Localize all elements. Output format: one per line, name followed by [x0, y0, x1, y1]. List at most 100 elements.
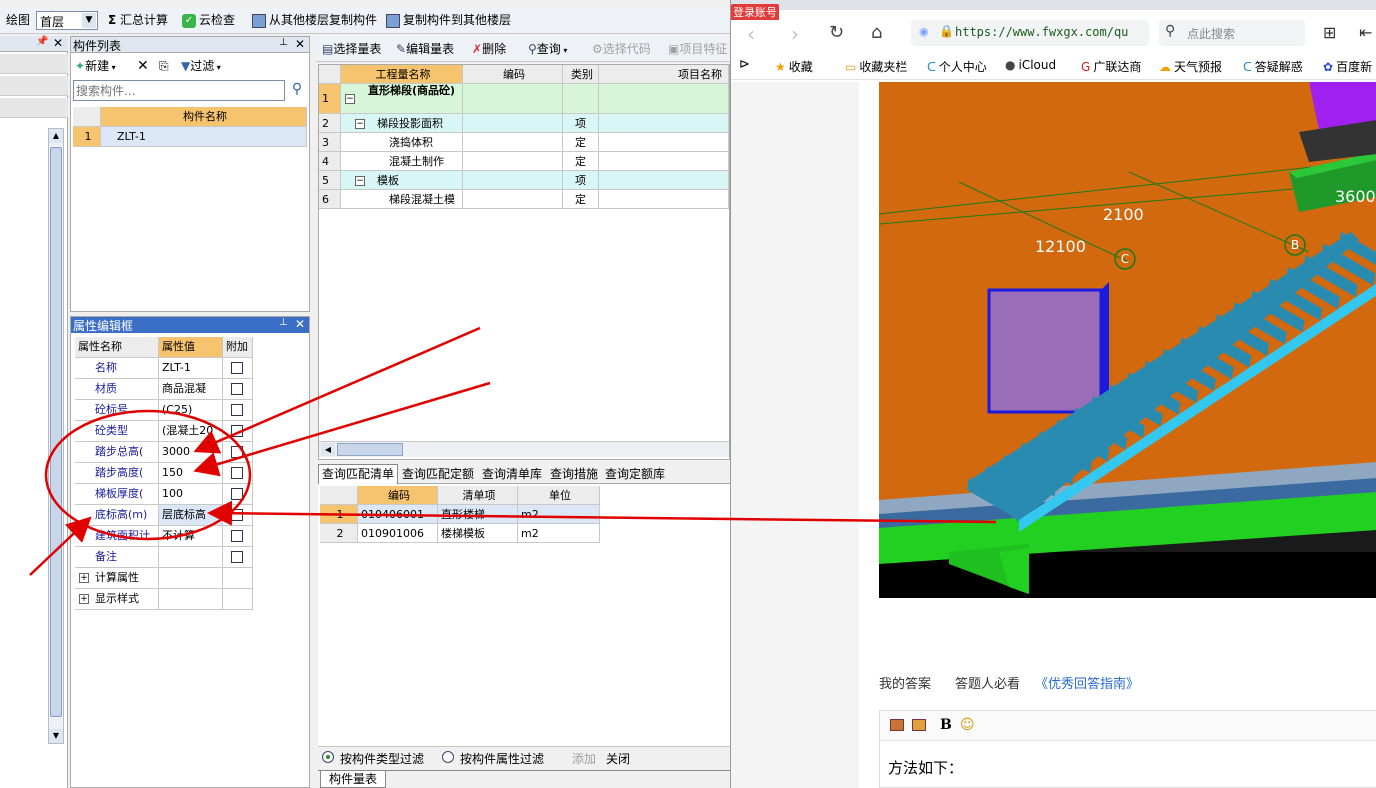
pin-icon[interactable]: 📌 [36, 36, 48, 47]
copy-icon[interactable]: ⎘ [159, 56, 169, 76]
qty-row-item-name[interactable] [599, 152, 729, 171]
browser-search-box[interactable]: ⚲ 点此搜索 [1159, 20, 1305, 46]
scroll-down-icon[interactable]: ▼ [49, 729, 63, 743]
qty-row-code[interactable] [463, 133, 563, 152]
image-icon[interactable] [890, 719, 904, 731]
item-feature-button[interactable]: ▣项目特征 [668, 39, 727, 59]
prop-row-value[interactable]: 100 [159, 484, 223, 505]
expand-plus-icon[interactable]: + [79, 573, 89, 583]
delete-icon[interactable]: ✕ [137, 56, 149, 76]
prop-row-value[interactable] [159, 547, 223, 568]
close-icon[interactable]: ✕ [295, 37, 305, 51]
search-icon[interactable]: ⚲ [287, 81, 307, 101]
qty-row-code[interactable] [463, 171, 563, 190]
close-icon[interactable]: ✕ [53, 36, 63, 50]
scroll-left-icon[interactable]: ◀ [321, 443, 335, 456]
forward-icon[interactable]: › [791, 22, 799, 46]
prop-extra-checkbox[interactable] [231, 404, 243, 416]
prop-row-value[interactable]: ZLT-1 [159, 358, 223, 379]
edit-list-button[interactable]: ✎编辑量表 [396, 39, 454, 59]
guide-link[interactable]: 《优秀回答指南》 [1035, 673, 1139, 692]
bookmark-1[interactable]: ▭ 收藏夹栏 [845, 58, 907, 75]
prop-extra-checkbox[interactable] [231, 551, 243, 563]
select-list-button[interactable]: ▤选择量表 [322, 39, 381, 59]
qty-row-item-name[interactable] [599, 133, 729, 152]
qty-row-type[interactable]: 项 [563, 114, 599, 133]
prop-row-value[interactable]: (混凝土20 [159, 421, 223, 442]
prop-extra-checkbox[interactable] [231, 425, 243, 437]
scroll-thumb[interactable] [50, 147, 62, 717]
qty-row-item-name[interactable] [599, 190, 729, 209]
prop-row-value[interactable]: 150 [159, 463, 223, 484]
delete-button[interactable]: ✗删除 [472, 39, 506, 59]
match-row-code[interactable]: 010901006 [358, 524, 438, 543]
component-row-name[interactable]: ZLT-1 [101, 127, 307, 147]
match-row-unit[interactable]: m2 [518, 505, 600, 524]
prop-extra-checkbox[interactable] [231, 488, 243, 500]
query-tab-0[interactable]: 查询匹配清单 [318, 464, 398, 484]
must-read-link[interactable]: 答题人必看 [955, 673, 1020, 692]
home-icon[interactable]: ⌂ [871, 22, 882, 43]
bookmark-6[interactable]: ᑕ 答疑解惑 [1243, 58, 1303, 75]
qty-row-type[interactable] [563, 84, 599, 114]
bookmark-4[interactable]: G 广联达商 [1081, 58, 1141, 75]
reload-icon[interactable]: ↻ [829, 22, 844, 43]
tab-quantity-list[interactable]: 构件量表 [320, 771, 387, 788]
prop-extra-checkbox[interactable] [231, 362, 243, 374]
prop-extra-checkbox[interactable] [231, 446, 243, 458]
qty-row-item-name[interactable] [599, 114, 729, 133]
qty-row-type[interactable]: 项 [563, 171, 599, 190]
prop-row-value[interactable]: 3000 [159, 442, 223, 463]
query-tab-1[interactable]: 查询匹配定额 [398, 465, 478, 483]
address-bar[interactable]: ◉ 🔒 https://www.fwxgx.com/qu [911, 20, 1149, 46]
nav-scrollbar[interactable]: ▲ ▼ [48, 128, 64, 744]
new-component-button[interactable]: ✦新建 ▾ [75, 56, 116, 78]
qty-row-type[interactable]: 定 [563, 190, 599, 209]
bookmark-3[interactable]: ● iCloud [1005, 58, 1056, 72]
prop-row-value[interactable] [159, 568, 223, 589]
prop-extra-checkbox[interactable] [231, 530, 243, 542]
menu-icon[interactable]: ⇤ [1359, 23, 1372, 42]
qty-row-type[interactable]: 定 [563, 133, 599, 152]
login-badge[interactable]: 登录账号 [731, 4, 779, 21]
copy-to-floor-button[interactable]: 复制构件到其他楼层 [386, 10, 511, 30]
qty-row-item-name[interactable] [599, 84, 729, 114]
prop-row-value[interactable] [159, 589, 223, 610]
prop-row-value[interactable]: 商品混凝 [159, 379, 223, 400]
prop-row-value[interactable]: 不计算 [159, 526, 223, 547]
query-button[interactable]: ⚲查询 ▾ [528, 39, 567, 61]
close-icon[interactable]: ✕ [295, 317, 305, 331]
site-info-icon[interactable]: ◉ [919, 25, 929, 38]
gallery-icon[interactable] [912, 719, 926, 731]
select-code-button[interactable]: ⚙选择代码 [592, 39, 651, 59]
by-attr-label[interactable]: 按构件属性过滤 [460, 750, 544, 767]
component-search-input[interactable] [73, 80, 285, 101]
qty-row-type[interactable]: 定 [563, 152, 599, 171]
qty-row-name[interactable]: 混凝土制作 [341, 152, 463, 171]
apps-grid-icon[interactable]: ⊞ [1323, 23, 1336, 42]
copy-from-floor-button[interactable]: 从其他楼层复制构件 [252, 10, 377, 30]
qty-row-code[interactable] [463, 114, 563, 133]
filter-button[interactable]: ▼过滤 ▾ [181, 56, 221, 78]
by-type-label[interactable]: 按构件类型过滤 [340, 750, 424, 767]
expand-plus-icon[interactable]: + [79, 594, 89, 604]
cloud-check-button[interactable]: ✓ 云检查 [182, 10, 235, 30]
bookmark-2[interactable]: ᑕ 个人中心 [927, 58, 987, 75]
floor-select[interactable]: 首层 ▼ [36, 11, 98, 30]
bookmark-7[interactable]: ✿ 百度新 [1323, 58, 1372, 75]
hscroll-thumb[interactable] [337, 443, 403, 456]
summary-calc-button[interactable]: Σ 汇总计算 [108, 10, 168, 30]
bookmark-5[interactable]: ☁ 天气预报 [1159, 58, 1222, 75]
qty-row-name[interactable]: 梯段混凝土模 [341, 190, 463, 209]
add-button[interactable]: 添加 [572, 750, 596, 767]
back-icon[interactable]: ‹ [747, 22, 755, 46]
collapse-minus-icon[interactable]: − [345, 94, 355, 104]
qty-row-item-name[interactable] [599, 171, 729, 190]
qty-row-name[interactable]: 直形梯段(商品砼) [341, 84, 463, 114]
query-tab-4[interactable]: 查询定额库 [602, 465, 668, 483]
match-row-item[interactable]: 直形楼梯 [438, 505, 518, 524]
prop-extra-checkbox[interactable] [231, 383, 243, 395]
emoji-icon[interactable]: ☺ [960, 717, 975, 733]
qty-row-code[interactable] [463, 152, 563, 171]
query-tab-3[interactable]: 查询措施 [546, 465, 602, 483]
